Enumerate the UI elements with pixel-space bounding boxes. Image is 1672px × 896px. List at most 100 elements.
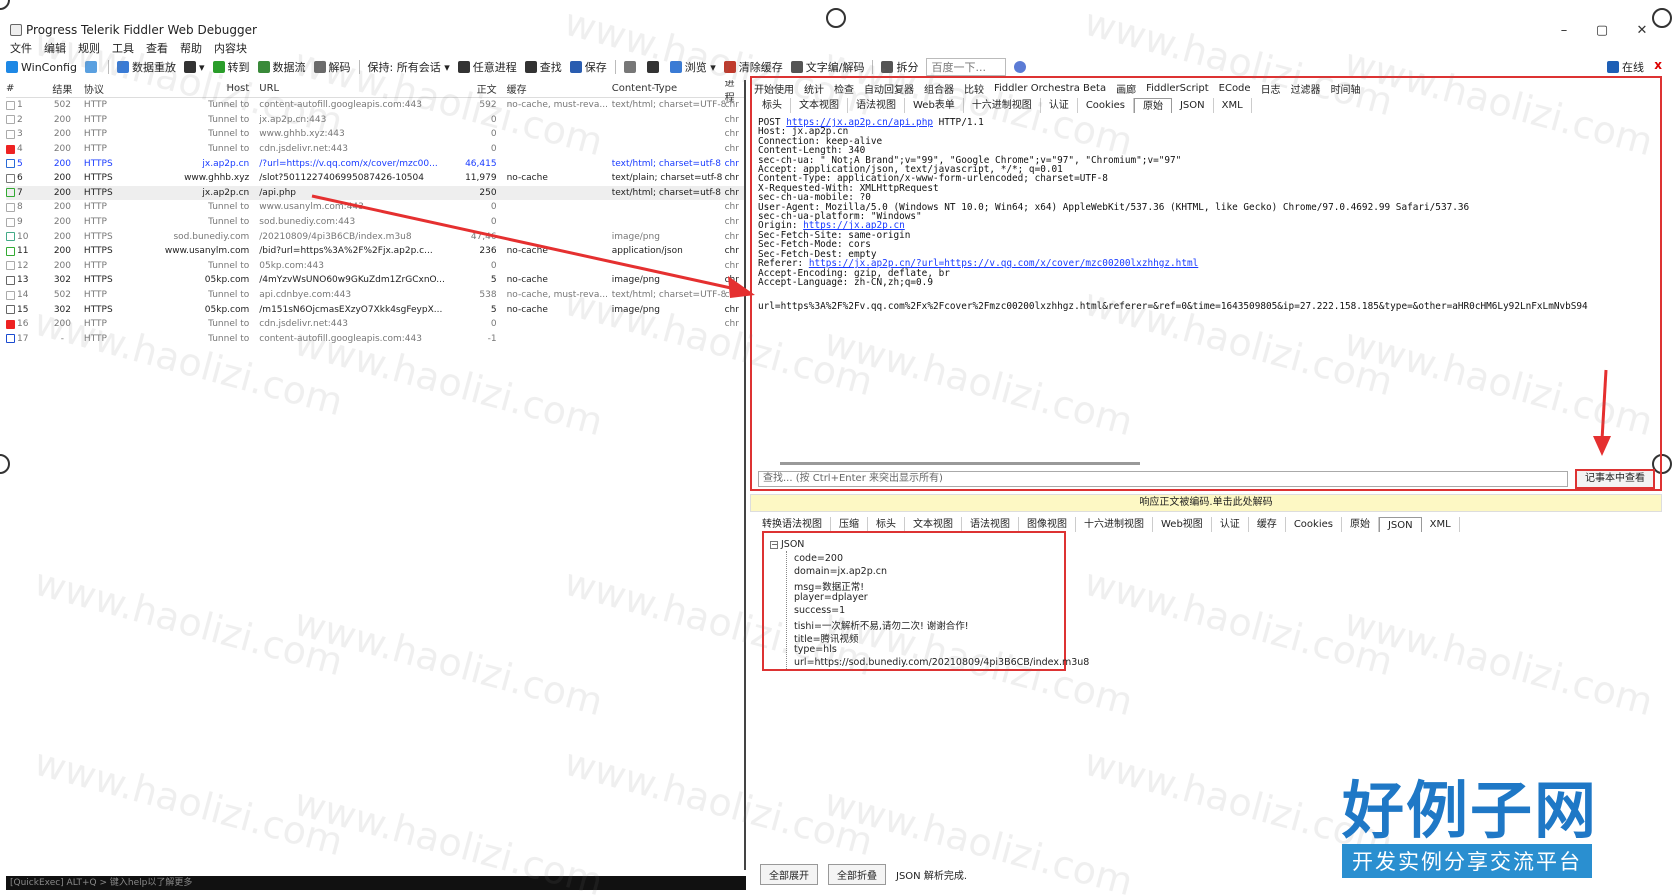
- request-tab[interactable]: 标头: [754, 97, 791, 113]
- response-tab[interactable]: 文本视图: [905, 516, 962, 532]
- collapse-all-button[interactable]: 全部折叠: [828, 864, 886, 885]
- toolbar-item[interactable]: 浏览 ▾: [669, 59, 716, 75]
- column-header[interactable]: 缓存: [503, 81, 608, 96]
- table-row[interactable]: 9 200 HTTP Tunnel to sod.bunediy.com:443 0 chr: [6, 215, 744, 230]
- request-tab[interactable]: XML: [1214, 97, 1252, 113]
- response-tab[interactable]: Cookies: [1286, 516, 1342, 532]
- response-tab[interactable]: 原始: [1342, 516, 1379, 532]
- table-row[interactable]: 15 302 HTTPS 05kp.com/m151sN6OjcmasEXzyO7Xk…: [6, 302, 744, 317]
- table-row[interactable]: 11 200 HTTPS www.usanylm.com/bid?url=https%…: [6, 244, 744, 259]
- tab-4[interactable]: 组合器: [924, 81, 954, 96]
- column-header[interactable]: 协议: [80, 81, 131, 96]
- json-node[interactable]: title=腾讯视频: [794, 631, 859, 645]
- minimize-button[interactable]: –: [1552, 20, 1576, 40]
- request-tab[interactable]: 原始: [1133, 97, 1172, 113]
- session-list[interactable]: # 结果 协议 Host URL 正文 缓存 Content-Type 进程 1 502 HTTP T…: [6, 80, 746, 870]
- toolbar-item[interactable]: 转到: [212, 59, 250, 75]
- column-header[interactable]: #: [6, 83, 45, 94]
- json-node[interactable]: type=hls: [794, 644, 837, 655]
- response-tab[interactable]: JSON: [1378, 516, 1422, 532]
- json-tree-highlight[interactable]: − JSON code=200 domain=jx.ap2p.cn msg=数据正常…: [762, 531, 1089, 671]
- toolbar-item[interactable]: [623, 61, 639, 73]
- online-status[interactable]: 在线: [1607, 59, 1644, 75]
- toolbar-close-button[interactable]: x: [1654, 58, 1662, 72]
- table-row[interactable]: 6 200 HTTPS www.ghhb.xyz/slot?5011227406995…: [6, 171, 744, 186]
- request-tab[interactable]: 认证: [1041, 97, 1078, 113]
- response-tab[interactable]: 语法视图: [962, 516, 1019, 532]
- table-row[interactable]: 4 200 HTTP Tunnel to cdn.jsdelivr.net:443 0 ch…: [6, 142, 744, 157]
- request-tab[interactable]: Web表单: [905, 97, 964, 113]
- json-node[interactable]: url=https://sod.bunediy.com/20210809/4pi…: [794, 657, 1089, 668]
- column-header[interactable]: URL: [257, 83, 452, 94]
- tab-9[interactable]: ECode: [1219, 83, 1251, 94]
- request-tab[interactable]: JSON: [1172, 97, 1214, 113]
- json-node[interactable]: tishi=一次解析不易,请勿二次! 谢谢合作!: [794, 618, 969, 632]
- view-in-notepad-button[interactable]: 记事本中查看: [1575, 469, 1655, 489]
- horizontal-scrollbar[interactable]: [780, 462, 1140, 465]
- toolbar-item[interactable]: 任意进程: [457, 59, 517, 75]
- toolbar-search-input[interactable]: 百度一下...: [926, 58, 1007, 76]
- toolbar-item[interactable]: ▾: [183, 61, 205, 74]
- menu-item[interactable]: 查看: [146, 40, 168, 56]
- table-row[interactable]: 7 200 HTTPS jx.ap2p.cn/api.php 250 text/html;…: [6, 185, 744, 201]
- table-row[interactable]: 10 200 HTTPS sod.bunediy.com/20210809/4pi3B…: [6, 229, 744, 244]
- toolbar-item[interactable]: 数据重放: [116, 59, 176, 75]
- toolbar-item[interactable]: WinConfig: [6, 61, 77, 74]
- tab-8[interactable]: FiddlerScript: [1146, 83, 1209, 94]
- column-header[interactable]: 结果: [45, 81, 80, 96]
- toolbar-item[interactable]: 解码: [313, 59, 351, 75]
- column-header[interactable]: 正文: [452, 81, 503, 96]
- help-icon[interactable]: [1014, 61, 1027, 73]
- toolbar-item[interactable]: 查找: [524, 59, 562, 75]
- table-row[interactable]: 8 200 HTTP Tunnel to www.usanylm.com:443 0 chr: [6, 200, 744, 215]
- toolbar-item[interactable]: 拆分: [881, 59, 918, 75]
- tab-12[interactable]: 时间轴: [1331, 81, 1361, 96]
- request-raw-view[interactable]: POST https://jx.ap2p.cn/api.php HTTP/1.1…: [758, 118, 1653, 458]
- table-row[interactable]: 14 502 HTTP Tunnel to api.cdnbye.com:443 538 n…: [6, 288, 744, 303]
- menu-item[interactable]: 内容块: [214, 40, 247, 56]
- menu-item[interactable]: 文件: [10, 40, 32, 56]
- response-tab[interactable]: Web视图: [1153, 516, 1212, 532]
- response-tab[interactable]: 图像视图: [1019, 516, 1076, 532]
- response-tab[interactable]: 十六进制视图: [1076, 516, 1153, 532]
- menu-item[interactable]: 规则: [78, 40, 100, 56]
- json-node[interactable]: msg=数据正常!: [794, 579, 864, 593]
- tab-1[interactable]: 统计: [804, 81, 824, 96]
- tab-3[interactable]: 自动回复器: [864, 81, 914, 96]
- toolbar-item[interactable]: [84, 61, 100, 73]
- table-row[interactable]: 12 200 HTTP Tunnel to 05kp.com:443 0 chr: [6, 259, 744, 274]
- tab-2[interactable]: 检查: [834, 81, 854, 96]
- tab-5[interactable]: 比较: [964, 81, 984, 96]
- json-node[interactable]: code=200: [794, 553, 843, 564]
- response-tab[interactable]: 缓存: [1249, 516, 1286, 532]
- json-root[interactable]: − JSON: [770, 539, 804, 550]
- column-header[interactable]: Host: [131, 83, 258, 94]
- menu-item[interactable]: 工具: [112, 40, 134, 56]
- tab-7[interactable]: 画廊: [1116, 81, 1136, 96]
- tab-0[interactable]: 开始使用: [754, 81, 794, 96]
- table-row[interactable]: 13 302 HTTPS 05kp.com/4mYzvWsUNO60w9GKuZdm1…: [6, 273, 744, 288]
- tab-10[interactable]: 日志: [1261, 81, 1281, 96]
- table-row[interactable]: 2 200 HTTP Tunnel to jx.ap2p.cn:443 0 chr: [6, 113, 744, 128]
- request-tab[interactable]: Cookies: [1078, 97, 1134, 113]
- toolbar-item[interactable]: 数据流: [257, 59, 306, 75]
- toolbar-item[interactable]: 保持: 所有会话 ▾: [368, 59, 450, 75]
- table-row[interactable]: 16 200 HTTP Tunnel to cdn.jsdelivr.net:443 0 c…: [6, 317, 744, 332]
- tab-6[interactable]: Fiddler Orchestra Beta: [994, 83, 1106, 94]
- toolbar-item[interactable]: 清除缓存: [723, 59, 783, 75]
- request-tab[interactable]: 文本视图: [791, 97, 848, 113]
- table-row[interactable]: 5 200 HTTPS jx.ap2p.cn /?url=https://v.qq.co…: [6, 156, 744, 171]
- request-tab[interactable]: 十六进制视图: [964, 97, 1041, 113]
- response-tab[interactable]: 压缩: [831, 516, 868, 532]
- expand-all-button[interactable]: 全部展开: [760, 864, 818, 885]
- json-node[interactable]: success=1: [794, 605, 845, 616]
- response-tab[interactable]: 标头: [868, 516, 905, 532]
- toolbar-item[interactable]: 文字编/解码: [790, 59, 864, 75]
- table-row[interactable]: 17 - HTTP Tunnel to content-autofill.googlea…: [6, 332, 744, 347]
- menu-item[interactable]: 帮助: [180, 40, 202, 56]
- find-input[interactable]: 查找... (按 Ctrl+Enter 来突出显示所有): [758, 471, 1568, 487]
- maximize-button[interactable]: ▢: [1590, 20, 1614, 40]
- response-tab[interactable]: 认证: [1212, 516, 1249, 532]
- column-header[interactable]: Content-Type: [608, 83, 725, 94]
- request-tab[interactable]: 语法视图: [848, 97, 905, 113]
